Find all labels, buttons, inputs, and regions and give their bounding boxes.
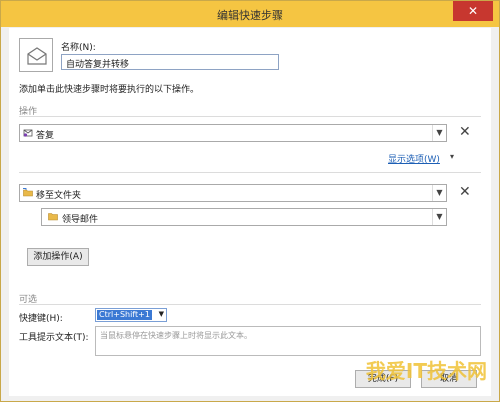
- dialog-content: 名称(N): 自动答复并转移 添加单击此快速步骤时将要执行的以下操作。 操作 答…: [9, 28, 491, 396]
- name-input[interactable]: 自动答复并转移: [61, 54, 279, 70]
- folder-select-combo[interactable]: 领导邮件 ▼: [41, 208, 447, 226]
- chevron-down-icon[interactable]: ▼: [159, 310, 164, 318]
- dialog-window: 编辑快速步骤 ✕ 名称(N): 自动答复并转移 添加单击此快速步骤时将要执行的以…: [0, 0, 500, 402]
- action-reply-combo[interactable]: 答复 ▼: [19, 124, 447, 142]
- action-divider: [19, 172, 481, 173]
- chevron-down-icon[interactable]: ▼: [432, 185, 446, 201]
- action-move-combo[interactable]: 移至文件夹 ▼: [19, 184, 447, 202]
- reply-icon: [23, 129, 33, 137]
- watermark-logo: 我爱IT技术网: [365, 359, 487, 383]
- name-label: 名称(N):: [61, 43, 96, 53]
- show-options-link[interactable]: 显示选项(W): [388, 152, 440, 165]
- shortcut-label: 快捷键(H):: [19, 314, 63, 324]
- action-reply-label: 答复: [36, 131, 55, 141]
- shortcut-value: Ctrl+Shift+1: [97, 310, 152, 320]
- chevron-down-icon[interactable]: ▼: [432, 209, 446, 225]
- close-button[interactable]: ✕: [453, 1, 493, 21]
- tooltip-textarea[interactable]: 当鼠标悬停在快速步骤上时将显示此文本。: [95, 326, 481, 356]
- remove-action-reply-button[interactable]: ✕: [459, 125, 471, 139]
- tooltip-label: 工具提示文本(T):: [19, 333, 89, 343]
- actions-separator: [19, 116, 481, 117]
- chevron-down-icon[interactable]: ▼: [432, 125, 446, 141]
- shortcut-select[interactable]: Ctrl+Shift+1 ▼: [95, 308, 167, 322]
- folder-move-icon: [23, 188, 33, 197]
- remove-action-move-button[interactable]: ✕: [459, 185, 471, 199]
- envelope-icon[interactable]: [19, 38, 53, 72]
- folder-select-label: 领导邮件: [62, 215, 99, 225]
- add-action-button[interactable]: 添加操作(A): [27, 248, 89, 266]
- optional-separator: [19, 304, 481, 305]
- expand-chevron-icon[interactable]: ▾: [450, 152, 454, 161]
- dialog-title: 编辑快速步骤: [217, 9, 283, 22]
- folder-icon: [48, 213, 58, 221]
- title-bar: 编辑快速步骤 ✕: [1, 1, 499, 27]
- action-move-label: 移至文件夹: [36, 191, 82, 201]
- instruction-text: 添加单击此快速步骤时将要执行的以下操作。: [19, 85, 200, 95]
